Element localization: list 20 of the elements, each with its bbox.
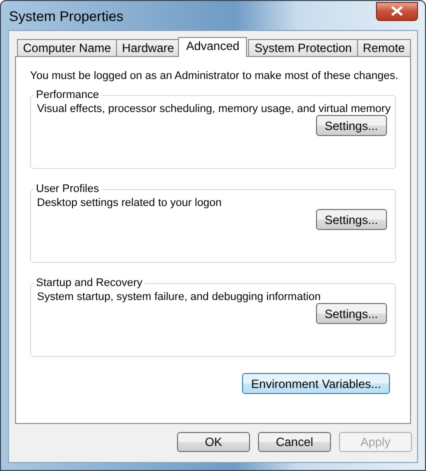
environment-variables-button[interactable]: Environment Variables... — [242, 373, 390, 394]
window-title: System Properties — [8, 8, 124, 24]
tab[interactable]: Hardware — [116, 39, 180, 56]
dialog-button[interactable]: OK — [177, 432, 250, 452]
tab[interactable]: System Protection — [248, 39, 358, 56]
close-button[interactable] — [376, 2, 418, 20]
notice-text: You must be logged on as an Administrator to make most of these changes. — [30, 69, 396, 83]
dialog-button[interactable]: Cancel — [258, 432, 331, 452]
group-title: Startup and Recovery — [35, 277, 144, 289]
tab[interactable]: Advanced — [178, 37, 248, 57]
group-title: Performance — [35, 89, 100, 101]
tab[interactable]: Computer Name — [17, 39, 118, 56]
group-title: User Profiles — [35, 183, 100, 195]
settings-button[interactable]: Settings... — [316, 115, 387, 136]
settings-button[interactable]: Settings... — [316, 303, 387, 324]
close-icon — [391, 6, 403, 16]
group-description: System startup, system failure, and debugging information — [37, 291, 322, 303]
settings-button[interactable]: Settings... — [316, 209, 387, 230]
group-description: Desktop settings related to your logon — [37, 197, 223, 209]
tab[interactable]: Remote — [356, 39, 411, 56]
